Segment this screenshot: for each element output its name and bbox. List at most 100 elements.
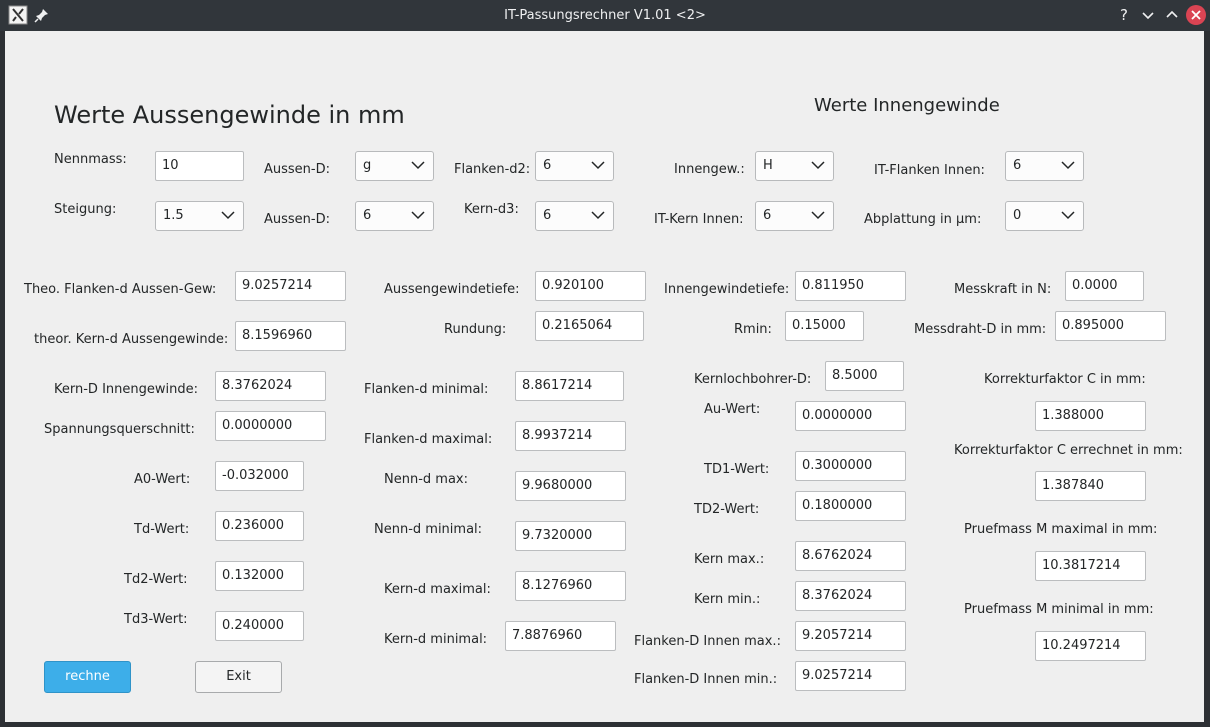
pruef-max-label: Pruefmass M maximal in mm: bbox=[964, 522, 1158, 537]
help-icon[interactable]: ? bbox=[1114, 5, 1134, 25]
steigung-select[interactable]: 1.5 bbox=[155, 201, 244, 231]
aussengewindetiefe-field[interactable]: 0.920100 bbox=[535, 271, 646, 301]
kernlochbohrer-field[interactable]: 8.5000 bbox=[825, 361, 904, 391]
chevron-down-icon bbox=[411, 211, 425, 220]
nennmass-field[interactable]: 10 bbox=[155, 151, 244, 181]
nennmass-label: Nennmass: bbox=[54, 152, 127, 167]
pruef-max-field[interactable]: 10.3817214 bbox=[1035, 551, 1146, 581]
window-title: IT-Passungsrechner V1.01 <2> bbox=[504, 8, 706, 23]
flanken-d2-select[interactable]: 6 bbox=[535, 151, 614, 181]
au-field[interactable]: 0.0000000 bbox=[795, 401, 906, 431]
abplattung-select-value: 0 bbox=[1013, 208, 1022, 223]
innengewindetiefe-label: Innengewindetiefe: bbox=[664, 282, 790, 297]
chevron-down-icon bbox=[1061, 161, 1075, 170]
a0-field[interactable]: -0.032000 bbox=[215, 461, 304, 491]
theo-flanken-label: Theo. Flanken-d Aussen-Gew: bbox=[24, 282, 217, 297]
spannungsquerschnitt-label: Spannungsquerschnitt: bbox=[44, 422, 195, 437]
kern-max-inner-label: Kern max.: bbox=[694, 552, 765, 567]
td3-label: Td3-Wert: bbox=[124, 612, 188, 627]
flanken-max-field[interactable]: 8.9937214 bbox=[515, 421, 626, 451]
rechne-button[interactable]: rechne bbox=[44, 661, 131, 693]
aussen-d-select-1[interactable]: g bbox=[355, 151, 434, 181]
kernlochbohrer-label: Kernlochbohrer-D: bbox=[694, 372, 812, 387]
td1-label: TD1-Wert: bbox=[704, 462, 770, 477]
kern-min-label: Kern-d minimal: bbox=[384, 632, 488, 647]
nenn-min-label: Nenn-d minimal: bbox=[374, 522, 483, 537]
nenn-max-field[interactable]: 9.9680000 bbox=[515, 471, 626, 501]
kern-max-inner-field[interactable]: 8.6762024 bbox=[795, 541, 906, 571]
korrektur-field[interactable]: 1.388000 bbox=[1035, 401, 1146, 431]
td1-field[interactable]: 0.3000000 bbox=[795, 451, 906, 481]
td-field[interactable]: 0.236000 bbox=[215, 511, 304, 541]
flanken-max-label: Flanken-d maximal: bbox=[364, 432, 493, 447]
aussen-d-label-2: Aussen-D: bbox=[264, 212, 330, 227]
it-kern-innen-label: IT-Kern Innen: bbox=[654, 212, 744, 227]
heading-innengewinde: Werte Innengewinde bbox=[814, 95, 1000, 116]
aussen-d-select-1-value: g bbox=[363, 158, 372, 173]
exit-button[interactable]: Exit bbox=[195, 661, 282, 693]
minimize-icon[interactable] bbox=[1138, 5, 1158, 25]
nenn-min-field[interactable]: 9.7320000 bbox=[515, 521, 626, 551]
it-flanken-innen-select-value: 6 bbox=[1013, 158, 1022, 173]
rmin-label: Rmin: bbox=[734, 322, 772, 337]
kern-max-label: Kern-d maximal: bbox=[384, 582, 491, 597]
it-flanken-innen-select[interactable]: 6 bbox=[1005, 151, 1084, 181]
aussengewindetiefe-label: Aussengewindetiefe: bbox=[384, 282, 520, 297]
flanken-innen-min-field[interactable]: 9.0257214 bbox=[795, 661, 906, 691]
kern-min-field[interactable]: 7.8876960 bbox=[505, 621, 616, 651]
messkraft-field[interactable]: 0.0000 bbox=[1065, 271, 1144, 301]
rmin-field[interactable]: 0.15000 bbox=[785, 311, 864, 341]
a0-label: A0-Wert: bbox=[134, 472, 191, 487]
innengew-label: Innengew.: bbox=[674, 162, 745, 177]
chevron-down-icon bbox=[811, 161, 825, 170]
steigung-select-value: 1.5 bbox=[163, 208, 184, 223]
innengewindetiefe-field[interactable]: 0.811950 bbox=[795, 271, 906, 301]
flanken-innen-max-label: Flanken-D Innen max.: bbox=[634, 634, 781, 649]
kern-d3-select-value: 6 bbox=[543, 208, 552, 223]
korrektur-label: Korrekturfaktor C in mm: bbox=[984, 372, 1146, 387]
aussen-d-select-2[interactable]: 6 bbox=[355, 201, 434, 231]
korrektur-err-field[interactable]: 1.387840 bbox=[1035, 471, 1146, 501]
messdraht-field[interactable]: 0.895000 bbox=[1055, 311, 1166, 341]
td3-field[interactable]: 0.240000 bbox=[215, 611, 304, 641]
innengew-select-value: H bbox=[763, 158, 773, 173]
innengew-select[interactable]: H bbox=[755, 151, 834, 181]
rundung-label: Rundung: bbox=[444, 322, 507, 337]
it-kern-innen-select[interactable]: 6 bbox=[755, 201, 834, 231]
korrektur-err-label: Korrekturfaktor C errechnet in mm: bbox=[954, 443, 1183, 458]
kern-max-field[interactable]: 8.1276960 bbox=[515, 571, 626, 601]
close-icon[interactable] bbox=[1186, 5, 1206, 25]
td2-inner-label: TD2-Wert: bbox=[694, 502, 760, 517]
spannungsquerschnitt-field[interactable]: 0.0000000 bbox=[215, 411, 326, 441]
flanken-min-field[interactable]: 8.8617214 bbox=[515, 371, 624, 401]
aussen-d-label-1: Aussen-D: bbox=[264, 162, 330, 177]
chevron-down-icon bbox=[811, 211, 825, 220]
kern-d3-select[interactable]: 6 bbox=[535, 201, 614, 231]
flanken-innen-max-field[interactable]: 9.2057214 bbox=[795, 621, 906, 651]
td2-label: Td2-Wert: bbox=[124, 572, 188, 587]
flanken-d2-select-value: 6 bbox=[543, 158, 552, 173]
it-kern-innen-select-value: 6 bbox=[763, 208, 772, 223]
chevron-down-icon bbox=[411, 161, 425, 170]
au-label: Au-Wert: bbox=[704, 402, 761, 417]
pruef-min-label: Pruefmass M minimal in mm: bbox=[964, 602, 1154, 617]
abplattung-label: Abplattung in µm: bbox=[864, 212, 982, 227]
td2-inner-field[interactable]: 0.1800000 bbox=[795, 491, 906, 521]
kern-min-inner-field[interactable]: 8.3762024 bbox=[795, 581, 906, 611]
theor-kern-field[interactable]: 8.1596960 bbox=[235, 321, 346, 351]
aussen-d-select-2-value: 6 bbox=[363, 208, 372, 223]
chevron-down-icon bbox=[591, 161, 605, 170]
maximize-icon[interactable] bbox=[1162, 5, 1182, 25]
rundung-field[interactable]: 0.2165064 bbox=[535, 311, 644, 341]
steigung-label: Steigung: bbox=[54, 202, 117, 217]
kern-d-innengewinde-field[interactable]: 8.3762024 bbox=[215, 371, 326, 401]
abplattung-select[interactable]: 0 bbox=[1005, 201, 1084, 231]
title-bar: IT-Passungsrechner V1.01 <2> ? bbox=[0, 0, 1210, 31]
pruef-min-field[interactable]: 10.2497214 bbox=[1035, 631, 1146, 661]
chevron-down-icon bbox=[591, 211, 605, 220]
td-label: Td-Wert: bbox=[134, 522, 190, 537]
theo-flanken-field[interactable]: 9.0257214 bbox=[235, 271, 346, 301]
flanken-d2-label: Flanken-d2: bbox=[454, 162, 531, 177]
td2-field[interactable]: 0.132000 bbox=[215, 561, 304, 591]
kern-d-innengewinde-label: Kern-D Innengewinde: bbox=[54, 382, 198, 397]
